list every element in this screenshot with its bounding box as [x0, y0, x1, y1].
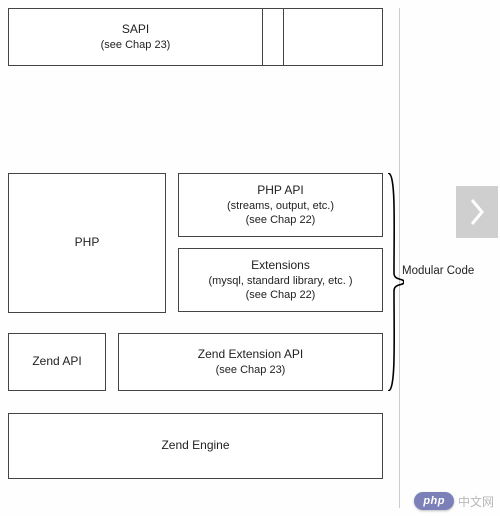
box-php-api: PHP API (streams, output, etc.) (see Cha…: [178, 173, 383, 237]
box-sapi: SAPI (see Chap 23): [8, 8, 263, 66]
watermark: php 中文网: [414, 492, 494, 510]
box-title: PHP API: [257, 183, 303, 199]
box-title: Extensions: [251, 258, 310, 274]
box-subtitle: (mysql, standard library, etc. ): [208, 274, 352, 288]
modular-code-label: Modular Code: [402, 265, 474, 277]
box-sapi-empty: [283, 8, 383, 66]
box-php: PHP: [8, 173, 166, 313]
chevron-right-icon: [467, 197, 487, 227]
box-zend-api: Zend API: [8, 333, 106, 391]
curly-brace-icon: [386, 173, 404, 391]
box-subtitle: (see Chap 22): [246, 288, 316, 302]
box-title: Zend API: [32, 354, 81, 370]
next-arrow-button[interactable]: [456, 186, 498, 238]
box-title: SAPI: [122, 22, 149, 38]
watermark-text: 中文网: [458, 493, 494, 510]
box-subtitle: (see Chap 23): [101, 38, 171, 52]
box-subtitle: (see Chap 22): [246, 213, 316, 227]
box-zend-extension-api: Zend Extension API (see Chap 23): [118, 333, 383, 391]
box-subtitle: (streams, output, etc.): [227, 199, 334, 213]
box-title: PHP: [75, 235, 100, 251]
box-subtitle: (see Chap 23): [216, 363, 286, 377]
box-zend-engine: Zend Engine: [8, 413, 383, 479]
box-title: Zend Extension API: [198, 347, 303, 363]
box-title: Zend Engine: [161, 438, 229, 454]
watermark-badge: php: [414, 492, 454, 510]
architecture-diagram: Application (apache, thttpd, cli, etc.) …: [8, 8, 400, 508]
box-extensions: Extensions (mysql, standard library, etc…: [178, 248, 383, 312]
